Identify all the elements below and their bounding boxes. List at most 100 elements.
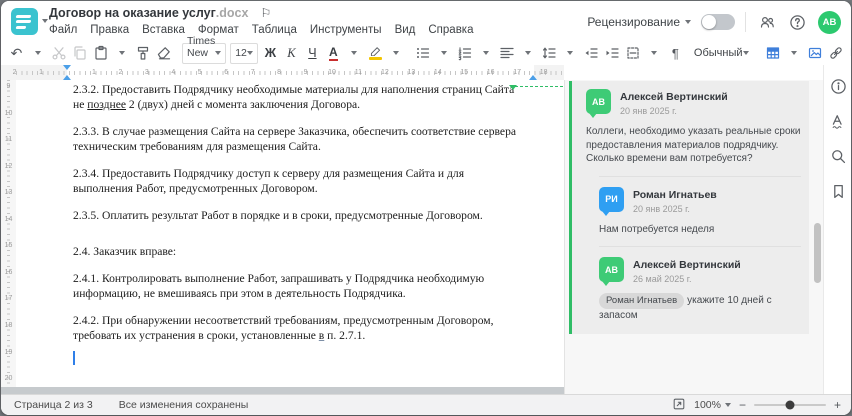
chevron-down-icon — [685, 20, 691, 24]
save-status: Все изменения сохранены — [118, 399, 249, 411]
page-indicator[interactable]: Страница 2 из 3 — [14, 399, 93, 411]
menu-table[interactable]: Таблица — [252, 24, 297, 36]
mention-badge: Роман Игнатьев — [599, 293, 685, 309]
user-avatar[interactable]: АВ — [818, 10, 841, 34]
comment-connector-line — [515, 86, 568, 87]
bullet-list-button[interactable] — [413, 42, 434, 64]
paragraph-style-select[interactable]: Обычный — [689, 44, 754, 63]
fit-page-icon[interactable] — [672, 397, 686, 414]
increase-indent-button[interactable] — [602, 42, 623, 64]
insert-link-button[interactable] — [826, 42, 847, 64]
line-spacing-caret[interactable] — [560, 42, 581, 64]
paste-button[interactable] — [90, 42, 111, 64]
menu-tools[interactable]: Инструменты — [310, 24, 382, 36]
align-button[interactable] — [497, 42, 518, 64]
paragraph-2-4-2: 2.4.2. При обнаружении несоответствий тр… — [73, 314, 494, 342]
menu-insert[interactable]: Вставка — [142, 24, 185, 36]
ruler-number: 20 — [4, 375, 13, 383]
nonprinting-chars-button[interactable]: ¶ — [665, 42, 686, 64]
reply-author: Алексей Вертинский — [633, 259, 741, 271]
reply-date: 20 янв 2025 г. — [633, 203, 690, 214]
h-ruler[interactable]: 2 1 1 2 3 4 5 6 7 8 9 10 11 12 13 14 15 16 17 18 — [1, 65, 823, 81]
zoom-in-button[interactable]: + — [834, 399, 841, 411]
copy-button[interactable] — [69, 42, 90, 64]
menu-view[interactable]: Вид — [395, 24, 416, 36]
format-painter-button[interactable] — [132, 42, 153, 64]
paragraph-2-3-3: 2.3.3. В случае размещения Сайта на серв… — [73, 125, 517, 153]
numbered-list-button[interactable] — [455, 42, 476, 64]
zoom-slider-knob[interactable] — [785, 400, 795, 410]
menu-edit[interactable]: Правка — [90, 24, 129, 36]
font-size-select[interactable]: 12 — [230, 42, 258, 64]
highlight-color-button[interactable] — [365, 42, 386, 64]
favorite-flag-icon[interactable]: ⚐ — [260, 6, 271, 20]
ruler-number: 18 — [4, 321, 13, 329]
chevron-down-icon — [724, 403, 731, 407]
ruler-number: 7 — [250, 69, 255, 76]
document-canvas[interactable]: 2.3.2. Предоставить Подрядчику необходим… — [16, 80, 564, 387]
first-line-indent-marker[interactable] — [63, 65, 71, 70]
clear-formatting-button[interactable] — [153, 42, 174, 64]
line-spacing-button[interactable] — [539, 42, 560, 64]
zoom-value-dropdown[interactable]: 100% — [694, 399, 731, 411]
reply-author: Роман Игнатьев — [633, 188, 717, 201]
bullet-list-caret[interactable] — [434, 42, 455, 64]
paragraph-borders-button[interactable] — [623, 42, 644, 64]
ruler-number: 14 — [433, 69, 442, 76]
paragraph-borders-caret[interactable] — [644, 42, 665, 64]
insert-table-button[interactable] — [763, 42, 784, 64]
comment-anchor-text[interactable]: позднее — [87, 98, 126, 111]
reply-date: 26 май 2025 г. — [633, 274, 692, 284]
numbered-list-caret[interactable] — [476, 42, 497, 64]
bookmark-icon[interactable] — [830, 182, 848, 200]
ruler-number: 9 — [6, 83, 11, 90]
comment-text: Коллеги, необходимо указать реальные сро… — [586, 126, 801, 164]
undo-caret[interactable] — [27, 42, 48, 64]
ruler-number: 9 — [303, 69, 308, 76]
vertical-scrollbar-thumb[interactable] — [814, 223, 821, 283]
font-color-caret[interactable] — [344, 42, 365, 64]
insert-comment-button[interactable] — [847, 42, 851, 64]
zoom-slider[interactable] — [753, 400, 826, 410]
insert-image-button[interactable] — [805, 42, 826, 64]
paste-caret[interactable] — [111, 42, 132, 64]
ruler-number: 13 — [407, 69, 416, 76]
align-caret[interactable] — [518, 42, 539, 64]
toolbar: ↶ Times New ... 12 Ж К Ч А — [1, 35, 851, 71]
review-mode-label: Рецензирование — [587, 15, 680, 29]
highlight-caret[interactable] — [386, 42, 407, 64]
insert-table-caret[interactable] — [784, 42, 805, 64]
comment-reply: АВ Алексей Вертинский 26 май 2025 г. Ром… — [599, 246, 801, 322]
review-mode-dropdown[interactable]: Рецензирование — [587, 15, 691, 29]
ruler-number: 16 — [486, 69, 495, 76]
ruler-number: 13 — [4, 189, 13, 197]
zoom-out-button[interactable]: − — [739, 399, 746, 411]
font-color-button[interactable]: А — [323, 42, 344, 64]
document-extension: .docx — [215, 6, 249, 20]
zoom-level: 100% — [694, 399, 721, 411]
v-ruler[interactable]: 9 10 11 12 13 14 15 16 17 18 19 20 — [1, 80, 16, 394]
review-toggle[interactable] — [701, 14, 735, 30]
document-info-icon[interactable] — [830, 77, 848, 95]
collaboration-users-icon[interactable] — [756, 11, 777, 33]
underline-button[interactable]: Ч — [302, 42, 323, 64]
italic-button[interactable]: К — [281, 42, 302, 64]
logo-caret-icon[interactable] — [42, 19, 48, 23]
ruler-number: 18 — [539, 69, 548, 76]
menu-file[interactable]: Файл — [49, 24, 77, 36]
decrease-indent-button[interactable] — [581, 42, 602, 64]
paragraph-2-4: 2.4. Заказчик вправе: — [73, 244, 177, 258]
help-icon[interactable] — [787, 11, 808, 33]
ruler-number: 19 — [4, 348, 13, 356]
undo-button[interactable]: ↶ — [6, 42, 27, 64]
spellcheck-icon[interactable] — [830, 112, 848, 130]
bold-button[interactable]: Ж — [260, 42, 281, 64]
app-logo-button[interactable] — [11, 8, 38, 35]
menu-help[interactable]: Справка — [428, 24, 473, 36]
search-icon[interactable] — [830, 147, 848, 165]
font-name-select[interactable]: Times New ... — [182, 35, 227, 71]
right-sidebar — [823, 65, 851, 394]
cut-button[interactable] — [48, 42, 69, 64]
comment-thread-card[interactable]: АВ Алексей Вертинский 20 янв 2025 г. Кол… — [569, 81, 809, 334]
comment-reply: РИ Роман Игнатьев 20 янв 2025 г. Нам пот… — [599, 175, 801, 237]
